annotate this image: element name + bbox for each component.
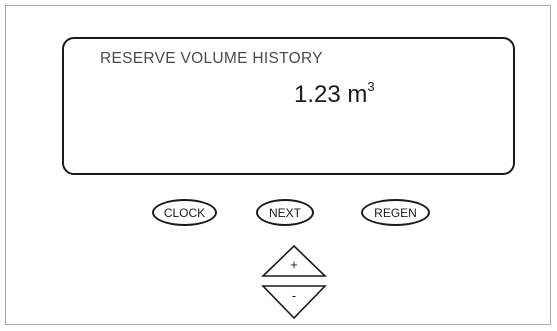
display-value-exponent: 3 [367, 79, 375, 94]
next-button[interactable]: NEXT [256, 199, 314, 226]
display-value-number: 1.23 m [294, 81, 368, 108]
clock-button[interactable]: CLOCK [152, 199, 217, 226]
controller-panel: RESERVE VOLUME HISTORY 1.23 m3 CLOCK NEX… [5, 5, 551, 325]
decrease-label: - [291, 288, 297, 303]
display-title: RESERVE VOLUME HISTORY [100, 50, 323, 67]
decrease-button[interactable]: - [261, 284, 327, 320]
lcd-display: RESERVE VOLUME HISTORY 1.23 m3 [62, 37, 515, 175]
display-value: 1.23 m3 [294, 79, 375, 109]
increase-label: + [290, 257, 298, 272]
regen-button[interactable]: REGEN [361, 199, 430, 226]
increase-button[interactable]: + [261, 244, 327, 278]
